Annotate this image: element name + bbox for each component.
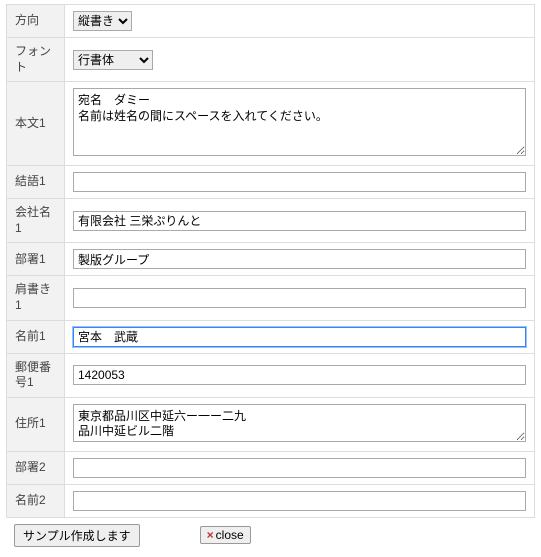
input-dept1[interactable] <box>73 249 526 269</box>
cell-dept2 <box>65 451 535 484</box>
button-row: サンプル作成します ×close <box>6 518 535 553</box>
label-font: フォント <box>7 38 65 82</box>
row-title1: 肩書き1 <box>7 276 535 320</box>
row-postal1: 郵便番号1 <box>7 353 535 397</box>
textarea-address1[interactable] <box>73 404 526 442</box>
cell-body1 <box>65 82 535 166</box>
label-name1: 名前1 <box>7 320 65 353</box>
form-table: 方向 縦書き フォント 行書体 本文1 結語1 <box>6 4 535 518</box>
label-direction: 方向 <box>7 5 65 38</box>
cell-address1 <box>65 397 535 451</box>
input-postal1[interactable] <box>73 365 526 385</box>
close-icon: × <box>207 528 214 542</box>
input-dept2[interactable] <box>73 458 526 478</box>
row-address1: 住所1 <box>7 397 535 451</box>
textarea-body1[interactable] <box>73 88 526 156</box>
cell-company1 <box>65 199 535 243</box>
close-button[interactable]: ×close <box>200 526 251 544</box>
row-dept2: 部署2 <box>7 451 535 484</box>
cell-name1 <box>65 320 535 353</box>
close-button-label: close <box>216 528 244 542</box>
row-closing1: 結語1 <box>7 166 535 199</box>
label-dept2: 部署2 <box>7 451 65 484</box>
cell-dept1 <box>65 243 535 276</box>
input-title1[interactable] <box>73 288 526 308</box>
row-dept1: 部署1 <box>7 243 535 276</box>
select-direction[interactable]: 縦書き <box>73 11 132 31</box>
input-name2[interactable] <box>73 491 526 511</box>
cell-name2 <box>65 484 535 517</box>
label-company1: 会社名1 <box>7 199 65 243</box>
label-closing1: 結語1 <box>7 166 65 199</box>
input-company1[interactable] <box>73 211 526 231</box>
input-name1[interactable] <box>73 327 526 347</box>
label-dept1: 部署1 <box>7 243 65 276</box>
label-body1: 本文1 <box>7 82 65 166</box>
cell-font: 行書体 <box>65 38 535 82</box>
cell-title1 <box>65 276 535 320</box>
cell-postal1 <box>65 353 535 397</box>
select-font[interactable]: 行書体 <box>73 50 153 70</box>
row-body1: 本文1 <box>7 82 535 166</box>
label-name2: 名前2 <box>7 484 65 517</box>
submit-button[interactable]: サンプル作成します <box>14 524 140 547</box>
row-company1: 会社名1 <box>7 199 535 243</box>
input-closing1[interactable] <box>73 172 526 192</box>
label-title1: 肩書き1 <box>7 276 65 320</box>
label-address1: 住所1 <box>7 397 65 451</box>
cell-direction: 縦書き <box>65 5 535 38</box>
row-direction: 方向 縦書き <box>7 5 535 38</box>
row-name2: 名前2 <box>7 484 535 517</box>
row-font: フォント 行書体 <box>7 38 535 82</box>
label-postal1: 郵便番号1 <box>7 353 65 397</box>
form-container: 方向 縦書き フォント 行書体 本文1 結語1 <box>0 0 541 557</box>
cell-closing1 <box>65 166 535 199</box>
row-name1: 名前1 <box>7 320 535 353</box>
